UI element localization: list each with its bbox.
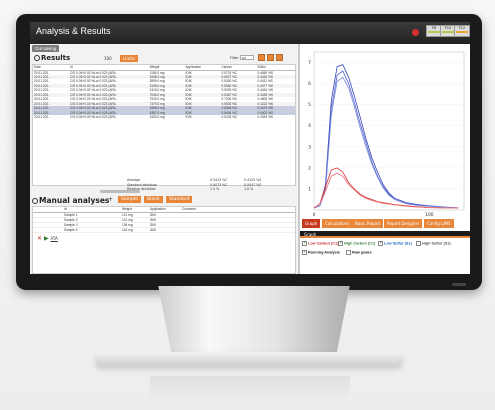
plot-area: [313, 51, 465, 211]
legend-label: High Carbon (C1): [344, 241, 376, 246]
y-tick-label: 6: [308, 81, 311, 87]
results-stats: Average 0.5413 %C 0.4325 %S Standard deviat…: [32, 178, 296, 192]
tab-report-designer[interactable]: Report Designer: [384, 219, 423, 228]
manual-row[interactable]: Sample 4 144 mg IDIK: [33, 227, 295, 233]
sample-id-field[interactable]: Sample 4: [63, 227, 121, 233]
y-tick-label: 4: [308, 123, 311, 129]
checkbox[interactable]: [378, 241, 383, 246]
table-cell: 0.5433 %C: [221, 115, 238, 120]
legend-label: Raw peaks: [352, 250, 372, 255]
y-tick-label: 5: [308, 102, 311, 108]
legend-item[interactable]: High Sulfur (S1): [416, 241, 451, 246]
list-icon[interactable]: [267, 54, 274, 61]
legend-item[interactable]: Low Carbon (C1): [302, 241, 338, 246]
legend-label: Low Sulfur (S1): [384, 241, 412, 246]
checkbox[interactable]: [416, 241, 421, 246]
checkbox[interactable]: [346, 250, 351, 255]
results-table: Date Id Weight Application Carbon Sulfur 20.0…: [32, 64, 296, 186]
table-cell: C/S 0.06+0.03 %Lot 0.023 (AR4..: [69, 115, 118, 120]
refresh-icon[interactable]: [32, 198, 38, 204]
tab-blank[interactable]: Blank: [144, 196, 163, 203]
weight-field[interactable]: 144 mg: [121, 227, 149, 233]
monitor-stand: [158, 286, 350, 356]
tab-limits[interactable]: Limits: [120, 55, 138, 62]
legend-item[interactable]: Raw peaks: [346, 250, 372, 255]
y-tick-label: 7: [308, 60, 311, 66]
stat-sulfur: 1.0 %: [244, 187, 254, 191]
cut-saving-button[interactable]: Cut saving: [32, 45, 60, 52]
graph-pane: 7 6 5 4 3 2 1 0 100 Graph Calculations Basic Repor…: [300, 44, 470, 274]
graph-tabs: Graph Calculations Basic Report Report Desi…: [300, 219, 470, 229]
pencil-icon[interactable]: [258, 54, 265, 61]
title-bar: Analysis & Results F8 F10 F12: [30, 22, 470, 44]
legend-label: High Sulfur (S1): [422, 241, 451, 246]
monitor: Analysis & Results F8 F10 F12 Cut saving…: [16, 14, 482, 290]
stat-sulfur: 0.0047 %S: [244, 182, 262, 187]
checkbox[interactable]: [302, 241, 307, 246]
legend-label: Low Carbon (C1): [308, 241, 339, 246]
manual-title: Manual analyses: [32, 196, 109, 205]
x-tick-label: 100: [425, 212, 434, 218]
stat-label: Standard deviation: [127, 182, 158, 187]
stat-label: Average: [127, 178, 141, 182]
page-size-value[interactable]: 100: [104, 56, 112, 61]
play-icon[interactable]: ▶: [44, 235, 49, 242]
horizontal-scrollbar[interactable]: [100, 190, 140, 193]
monitor-base: [96, 352, 402, 366]
status-dot-icon: [412, 29, 419, 36]
y-tick-label: 2: [308, 165, 311, 171]
manual-table: Id Weight Application Comment Sample 1 12…: [32, 206, 296, 274]
filter-select[interactable]: All: [240, 55, 254, 60]
tab-standard[interactable]: Standard: [166, 196, 193, 203]
results-header: Results 100 Limits Filter All: [32, 54, 296, 63]
row-actions: ✕ ▶ ATA: [37, 235, 58, 242]
stat-carbon: 0.0073 %C: [210, 182, 228, 187]
x-tick-label: 0: [313, 212, 316, 218]
results-title: Results: [34, 54, 70, 62]
application-select[interactable]: IDIK: [149, 227, 181, 233]
app-title: Analysis & Results: [36, 26, 111, 36]
stat-carbon: 1.4 %: [210, 187, 220, 191]
y-tick-label: 3: [308, 144, 311, 150]
add-row-button[interactable]: +: [108, 196, 113, 203]
table-cell: 20.01.202..: [34, 115, 50, 120]
export-icon[interactable]: [276, 54, 283, 61]
manual-header: Manual analyses + Sample Blank Standard: [32, 195, 296, 205]
delete-icon[interactable]: ✕: [37, 235, 42, 242]
stat-row: Relative deviation 1.4 % 1.0 %: [32, 187, 296, 192]
tab-basic-report[interactable]: Basic Report: [352, 219, 384, 228]
table-cell: [33, 227, 63, 233]
checkbox[interactable]: [338, 241, 343, 246]
left-pane: Cut saving Results 100 Limits Filter All…: [30, 44, 298, 274]
stat-sulfur: 0.4325 %S: [244, 178, 262, 182]
graph-chart[interactable]: 7 6 5 4 3 2 1 0 100: [300, 44, 470, 219]
graph-panel-title: Graph: [300, 231, 470, 238]
table-cell: IDIK: [185, 115, 192, 120]
legend-item[interactable]: Low Sulfur (S1): [378, 241, 412, 246]
window-button-f12[interactable]: F12: [454, 25, 470, 37]
base-reflection: [150, 376, 350, 400]
stat-carbon: 0.5413 %C: [210, 178, 228, 182]
screen: Analysis & Results F8 F10 F12 Cut saving…: [30, 22, 470, 274]
filter-label: Filter: [230, 56, 239, 60]
y-tick-label: 1: [308, 186, 311, 192]
table-cell: 0.4343 %S: [257, 115, 274, 120]
tab-graph[interactable]: Graph: [302, 219, 321, 228]
tab-config-lims[interactable]: Config LIMS: [424, 219, 454, 228]
tab-calculations[interactable]: Calculations: [322, 219, 353, 228]
table-row[interactable]: 20.01.202.. C/S 0.06+0.03 %Lot 0.023 (AR4…: [33, 115, 295, 120]
checkbox[interactable]: [302, 250, 307, 255]
ata-link[interactable]: ATA: [51, 236, 58, 241]
table-cell: 3333.0 mg: [149, 115, 165, 120]
table-cell[interactable]: [181, 227, 295, 233]
tab-sample[interactable]: Sample: [118, 196, 141, 203]
legend-item[interactable]: Running Analysis: [302, 250, 340, 255]
monitor-logo: [452, 283, 466, 286]
legend-item[interactable]: High Carbon (C1): [338, 241, 375, 246]
refresh-icon[interactable]: [34, 55, 40, 61]
legend-label: Running Analysis: [308, 250, 340, 255]
